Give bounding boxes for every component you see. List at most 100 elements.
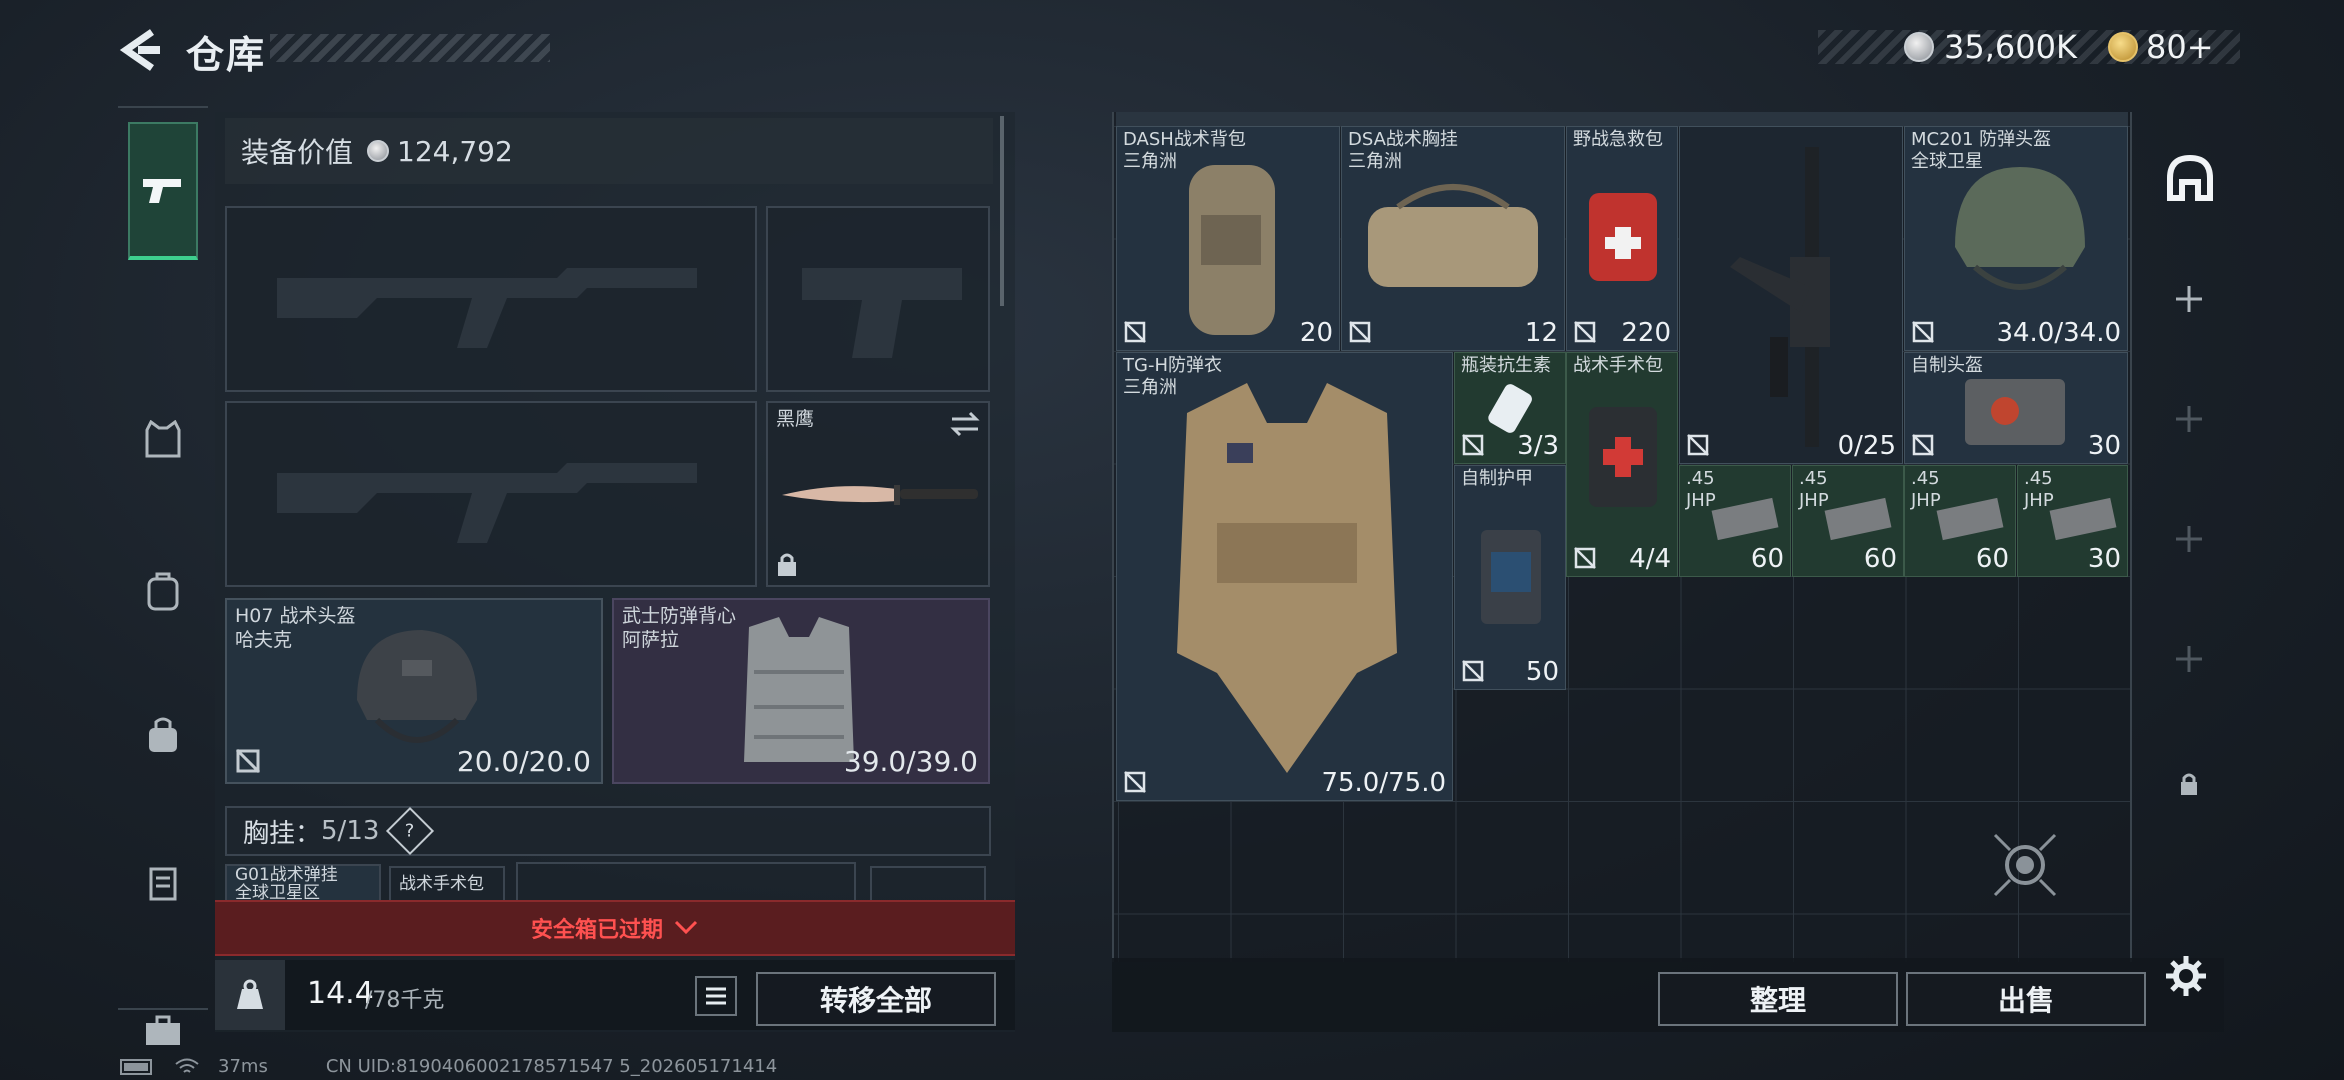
chest-rig-item-name: G01战术弹挂 全球卫星区 bbox=[235, 865, 338, 903]
item-uses: 220 bbox=[1621, 318, 1671, 348]
nav-container[interactable] bbox=[128, 848, 198, 918]
container-icon bbox=[149, 867, 177, 901]
item-stack-count: 60 bbox=[1863, 544, 1897, 574]
stash-item-ammo-45[interactable]: .45 JHP 60 bbox=[1679, 465, 1791, 577]
stash-home-icon[interactable] bbox=[2164, 152, 2216, 204]
no-insurance-icon bbox=[1349, 321, 1371, 343]
armor-slot[interactable]: 武士防弹背心 阿萨拉 39.0/39.0 bbox=[612, 598, 990, 784]
token-icon bbox=[2108, 32, 2138, 62]
safe-box-warning-text: 安全箱已过期 bbox=[530, 918, 663, 943]
stash-item-homemade-helmet[interactable]: 自制头盔 30 bbox=[1904, 352, 2128, 464]
stash-item-surgical-kit[interactable]: 战术手术包 4/4 bbox=[1566, 352, 1678, 577]
rifle-silhouette-icon bbox=[277, 268, 697, 348]
list-view-button[interactable] bbox=[695, 976, 737, 1016]
item-armor-class: 50 bbox=[1525, 657, 1559, 687]
coin-balance[interactable]: 35,600K bbox=[1904, 28, 2077, 66]
stash-item-ammo-45[interactable]: .45 JHP 30 bbox=[2017, 465, 2128, 577]
status-bar: 37ms CN UID:8190406002178571547 5_202605… bbox=[120, 1056, 777, 1077]
chest-rig-item[interactable]: G01战术弹挂 全球卫星区 bbox=[225, 864, 381, 904]
rifle-item-art bbox=[1730, 147, 1830, 447]
knife-icon bbox=[782, 485, 978, 505]
pistol-silhouette-icon bbox=[802, 268, 962, 358]
helmet-durability: 20.0/20.0 bbox=[456, 745, 591, 778]
equipment-value-bar: 装备价值 124,792 bbox=[225, 118, 993, 184]
melee-slot[interactable]: 黑鹰 bbox=[766, 401, 990, 587]
armor-item-art bbox=[1177, 383, 1397, 773]
sidearm-slot[interactable] bbox=[766, 206, 990, 392]
item-capacity: 12 bbox=[1524, 318, 1558, 348]
item-durability: 34.0/34.0 bbox=[1996, 318, 2121, 348]
medkit-item-art bbox=[1589, 193, 1657, 281]
stash-item-dash-backpack[interactable]: DASH战术背包 三角洲 20 bbox=[1116, 126, 1340, 351]
item-ammo-count: 0/25 bbox=[1837, 431, 1896, 461]
token-amount: 80+ bbox=[2146, 28, 2214, 66]
chest-rig-subitem-name: 战术手术包 bbox=[399, 874, 484, 894]
stash-item-first-aid[interactable]: 野战急救包 220 bbox=[1566, 126, 1678, 351]
chest-rig-count: 5/13 bbox=[321, 816, 380, 846]
nav-bag[interactable] bbox=[128, 700, 198, 770]
item-stack-count: 30 bbox=[2087, 544, 2121, 574]
ammo-box-icon bbox=[2049, 497, 2117, 541]
stash-item-dsa-chest-rig[interactable]: DSA战术胸挂 三角洲 12 bbox=[1341, 126, 1565, 351]
swap-icon[interactable] bbox=[950, 411, 980, 437]
helmet-slot[interactable]: H07 战术头盔 哈夫克 20.0/20.0 bbox=[225, 598, 603, 784]
nav-vest[interactable] bbox=[128, 404, 198, 474]
item-name: 战术手术包 bbox=[1573, 355, 1663, 376]
left-category-nav bbox=[118, 106, 208, 1045]
lock-icon bbox=[2181, 773, 2197, 795]
nav-weapons[interactable] bbox=[128, 122, 198, 260]
item-uses: 3/3 bbox=[1517, 431, 1559, 461]
sell-button[interactable]: 出售 bbox=[1906, 972, 2146, 1026]
no-insurance-icon bbox=[1124, 771, 1146, 793]
weight-max: /78千克 bbox=[365, 988, 445, 1013]
stash-item-mc201-helmet[interactable]: MC201 防弹头盔 全球卫星 34.0/34.0 bbox=[1904, 126, 2128, 351]
vest-icon bbox=[145, 420, 181, 458]
item-name: 自制护甲 bbox=[1461, 468, 1533, 489]
stash-item-ammo-45[interactable]: .45 JHP 60 bbox=[1904, 465, 2016, 577]
stash-row-cutoff bbox=[1116, 112, 2128, 126]
chest-rig-empty-slot-2[interactable] bbox=[870, 866, 986, 904]
settings-gear-icon[interactable] bbox=[2164, 954, 2208, 998]
no-insurance-icon bbox=[1574, 547, 1596, 569]
stash-item-ammo-45[interactable]: .45 JHP 60 bbox=[1792, 465, 1904, 577]
sort-button[interactable]: 整理 bbox=[1658, 972, 1898, 1026]
armor-durability: 39.0/39.0 bbox=[843, 745, 978, 778]
weight-icon-box bbox=[215, 960, 285, 1030]
stash-item-homemade-armor[interactable]: 自制护甲 50 bbox=[1454, 465, 1566, 690]
helmet-name: H07 战术头盔 哈夫克 bbox=[235, 605, 356, 651]
no-insurance-icon bbox=[1912, 321, 1934, 343]
add-stash-icon[interactable] bbox=[2172, 402, 2206, 436]
panel-scrollbar[interactable] bbox=[1000, 116, 1004, 306]
add-stash-icon[interactable] bbox=[2172, 642, 2206, 676]
item-capacity: 20 bbox=[1299, 318, 1333, 348]
chest-rig-row: 胸挂： 5/13 ? bbox=[225, 806, 991, 856]
token-balance[interactable]: 80+ bbox=[2108, 28, 2214, 66]
ammo-box-icon bbox=[1936, 497, 2004, 541]
primary-weapon-slot[interactable] bbox=[225, 206, 757, 392]
help-icon[interactable]: ? bbox=[386, 806, 435, 856]
stash-item-rifle[interactable]: 0/25 bbox=[1679, 126, 1903, 464]
chest-rig-subitem[interactable]: 战术手术包 bbox=[389, 866, 505, 904]
transfer-all-button[interactable]: 转移全部 bbox=[756, 972, 996, 1026]
helmet-item-art bbox=[1955, 167, 2085, 290]
stash-item-antibiotics[interactable]: 瓶装抗生素 3/3 bbox=[1454, 352, 1566, 464]
safe-box-expired-bar[interactable]: 安全箱已过期 bbox=[215, 900, 1015, 956]
weight-current: 14.4 bbox=[307, 976, 374, 1011]
backpack-item-art bbox=[1189, 165, 1275, 335]
back-button[interactable] bbox=[118, 26, 162, 74]
secondary-weapon-slot[interactable] bbox=[225, 401, 757, 587]
chest-rig-empty-slot[interactable] bbox=[516, 862, 856, 904]
page-title: 仓库 bbox=[186, 33, 267, 77]
briefcase-icon bbox=[146, 1015, 180, 1045]
no-insurance-icon bbox=[1687, 434, 1709, 456]
add-stash-icon[interactable] bbox=[2172, 522, 2206, 556]
add-stash-icon[interactable] bbox=[2172, 282, 2206, 316]
stash-item-tgh-armor[interactable]: TG-H防弹衣 三角洲 75.0/75.0 bbox=[1116, 352, 1453, 801]
item-stack-count: 60 bbox=[1750, 544, 1784, 574]
item-armor-class: 30 bbox=[2087, 431, 2121, 461]
item-stack-count: 60 bbox=[1975, 544, 2009, 574]
locate-icon[interactable] bbox=[1990, 830, 2060, 900]
surgical-kit-icon bbox=[1589, 407, 1657, 507]
nav-backpack[interactable] bbox=[128, 556, 198, 626]
helmet-icon bbox=[357, 630, 477, 743]
